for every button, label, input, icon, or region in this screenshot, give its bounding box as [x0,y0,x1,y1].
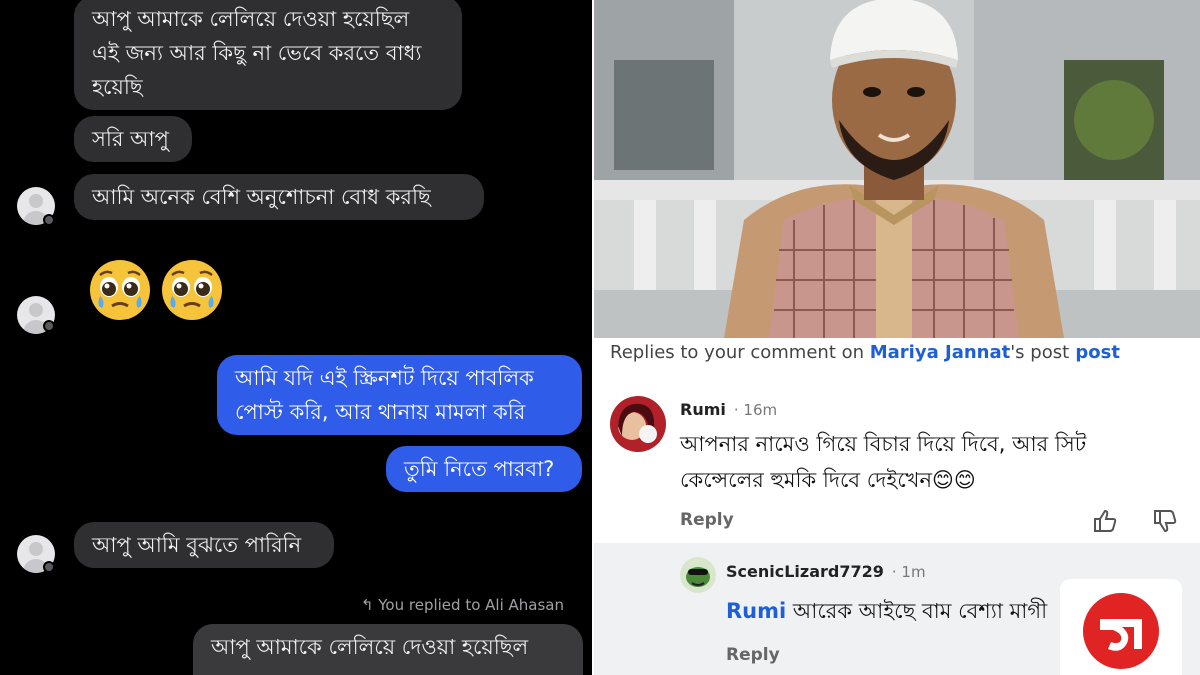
author-name[interactable]: Rumi [680,400,726,419]
comment-author[interactable]: Rumi · 16m [680,400,777,419]
comment-time: · 16m [733,401,778,419]
post-link[interactable]: post [1069,342,1120,363]
reply-context-label: ↰ You replied to Ali Ahasan [360,596,564,614]
replied-quote-message[interactable]: আপু আমাকে লেলিয়ে দেওয়া হয়েছিল [193,624,583,675]
portrait-photo [594,0,1200,338]
incoming-message[interactable]: আপু আমি বুঝতে পারিনি [74,522,334,568]
incoming-message[interactable]: আপু আমাকে লেলিয়ে দেওয়া হয়েছিল এই জন্য… [74,0,462,110]
reply-button[interactable]: Reply [680,510,734,530]
like-icon[interactable] [1092,508,1118,534]
logo-mark [1083,593,1159,669]
presence-dot [43,214,55,226]
outgoing-message[interactable]: তুমি নিতে পারবা? [386,446,582,492]
header-prefix: Replies to your comment on [610,342,870,363]
post-author-link[interactable]: Mariya Jannat [870,342,1010,363]
reply-button[interactable]: Reply [726,645,780,665]
presence-dot [43,561,55,573]
messenger-chat-panel: আপু আমাকে লেলিয়ে দেওয়া হয়েছিল এই জন্য… [0,0,592,675]
pleading-face-emoji [162,260,222,320]
reply-author[interactable]: ScenicLizard7729 · 1m [726,562,926,581]
right-panel: Replies to your comment on Mariya Jannat… [594,0,1200,675]
portrait-illustration [594,0,1200,338]
composite-screenshot: আপু আমাকে লেলিয়ে দেওয়া হয়েছিল এই জন্য… [0,0,1200,675]
replier-avatar[interactable] [680,557,716,593]
outgoing-message[interactable]: আমি যদি এই স্ক্রিনশট দিয়ে পাবলিক পোস্ট … [217,355,582,435]
comment-text: আপনার নামেও গিয়ে বিচার দিয়ে দিবে, আর স… [680,432,1087,492]
brand-logo [1060,579,1182,675]
incoming-message[interactable]: সরি আপু [74,116,192,162]
avatar-image [610,396,666,452]
emoji-message[interactable] [88,258,233,326]
incoming-message[interactable]: আমি অনেক বেশি অনুশোচনা বোধ করছি [74,174,484,220]
pleading-face-emoji [90,260,150,320]
mention-link[interactable]: Rumi [726,599,786,623]
commenter-avatar[interactable] [610,396,666,452]
facebook-comments-panel: Replies to your comment on Mariya Jannat… [594,338,1200,675]
dislike-icon[interactable] [1152,508,1178,534]
notification-header: Replies to your comment on Mariya Jannat… [610,342,1120,363]
presence-dot [43,320,55,332]
replier-name[interactable]: ScenicLizard7729 [726,562,884,581]
header-suffix: 's post [1010,342,1070,363]
reply-body: আরেক আইছে বাম বেশ্যা মাগী [786,599,1048,623]
reply-time: · 1m [891,563,926,581]
lizard-avatar-image [680,557,716,593]
